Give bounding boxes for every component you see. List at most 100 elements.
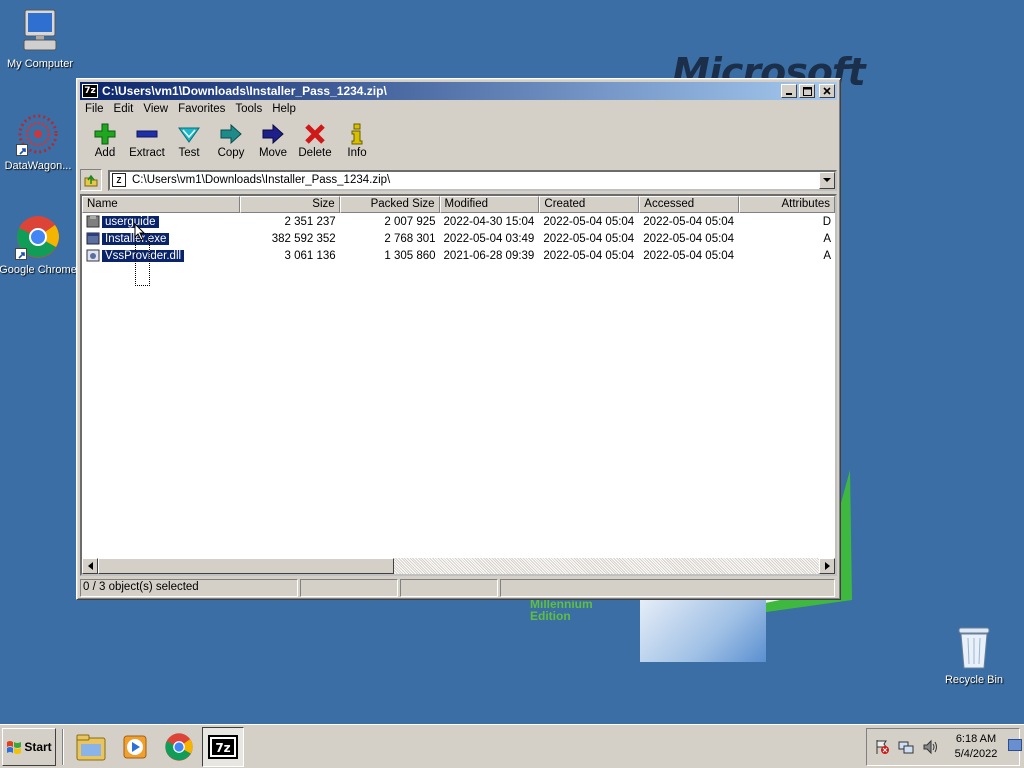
table-row[interactable]: Installer.exe 382 592 352 2 768 301 2022… (82, 230, 835, 247)
menu-tools[interactable]: Tools (230, 103, 267, 115)
menu-help[interactable]: Help (267, 103, 301, 115)
column-header-packed-size[interactable]: Packed Size (339, 196, 440, 213)
address-field[interactable]: Z C:\Users\vm1\Downloads\Installer_Pass_… (108, 169, 837, 191)
7zip-icon: 7z (208, 734, 238, 759)
address-dropdown-button[interactable] (819, 171, 835, 189)
minimize-button[interactable] (781, 84, 797, 98)
toolbar: Add Extract Test Copy Move Delete Info (80, 119, 837, 165)
add-icon (93, 123, 117, 145)
file-packed-size: 1 305 860 (384, 249, 436, 262)
clock[interactable]: 6:18 AM 5/4/2022 (949, 732, 1003, 762)
file-accessed: 2022-05-04 05:04 (643, 215, 735, 228)
recycle-bin-icon (954, 624, 994, 670)
column-header-modified[interactable]: Modified (439, 196, 540, 213)
scroll-left-button[interactable] (82, 558, 98, 574)
shortcut-arrow-icon (15, 248, 27, 260)
show-desktop-button[interactable] (1008, 739, 1022, 751)
file-packed-size: 2 768 301 (384, 232, 436, 245)
wallpaper-shape-blue (640, 598, 766, 662)
desktop-icon-datawagon[interactable]: DataWagon... (0, 112, 78, 172)
menu-favorites[interactable]: Favorites (173, 103, 230, 115)
horizontal-scrollbar[interactable] (82, 558, 835, 574)
folder-icon (86, 215, 100, 228)
column-header-name[interactable]: Name (82, 196, 240, 213)
file-modified: 2021-06-28 09:39 (443, 249, 535, 262)
maximize-button[interactable] (799, 84, 815, 98)
explorer-icon (76, 734, 106, 760)
scrollbar-thumb[interactable] (98, 558, 394, 574)
delete-icon (303, 123, 327, 145)
status-pane (300, 579, 398, 597)
extract-button[interactable]: Extract (126, 119, 168, 163)
menu-edit[interactable]: Edit (109, 103, 139, 115)
copy-icon (219, 123, 243, 145)
file-created: 2022-05-04 05:04 (543, 249, 635, 262)
column-header-created[interactable]: Created (539, 196, 640, 213)
exe-file-icon (86, 232, 100, 245)
file-attributes: A (823, 249, 832, 262)
start-button[interactable]: Start (2, 727, 56, 766)
chevron-left-icon (87, 562, 93, 570)
move-button[interactable]: Move (252, 119, 294, 163)
copy-button[interactable]: Copy (210, 119, 252, 163)
taskbar-media-player[interactable] (114, 727, 156, 767)
desktop-icon-label: My Computer (6, 58, 74, 70)
file-name: userguide (102, 215, 159, 228)
desktop-icon-my-computer[interactable]: My Computer (0, 8, 80, 70)
close-icon (823, 87, 831, 95)
scroll-right-button[interactable] (819, 558, 835, 574)
title-bar[interactable]: 7z C:\Users\vm1\Downloads\Installer_Pass… (80, 82, 837, 100)
computer-icon (16, 8, 64, 54)
dll-file-icon (86, 249, 100, 262)
address-bar: Z C:\Users\vm1\Downloads\Installer_Pass_… (80, 168, 837, 192)
test-button[interactable]: Test (168, 119, 210, 163)
up-folder-button[interactable] (80, 169, 102, 191)
taskbar-chrome[interactable] (158, 727, 200, 767)
file-list[interactable]: Name Size Packed Size Modified Created A… (80, 194, 837, 576)
delete-button[interactable]: Delete (294, 119, 336, 163)
chrome-icon (15, 214, 61, 260)
7zip-app-icon: 7z (82, 84, 98, 98)
status-bar: 0 / 3 object(s) selected (80, 579, 837, 597)
add-button[interactable]: Add (84, 119, 126, 163)
delete-label: Delete (298, 147, 332, 159)
network-icon[interactable] (897, 738, 915, 756)
desktop-icon-label: Recycle Bin (944, 674, 1004, 686)
file-modified: 2022-04-30 15:04 (443, 215, 535, 228)
window-title: C:\Users\vm1\Downloads\Installer_Pass_12… (102, 84, 387, 98)
add-label: Add (94, 147, 116, 159)
status-pane (500, 579, 835, 597)
system-tray: 6:18 AM 5/4/2022 (866, 728, 1020, 766)
scrollbar-track[interactable] (394, 558, 819, 574)
archive-window[interactable]: 7z C:\Users\vm1\Downloads\Installer_Pass… (76, 78, 841, 600)
chevron-right-icon (824, 562, 830, 570)
status-pane (400, 579, 498, 597)
table-row[interactable]: userguide 2 351 237 2 007 925 2022-04-30… (82, 213, 835, 230)
desktop-icon-label: Google Chrome (0, 264, 77, 276)
menu-file[interactable]: File (80, 103, 109, 115)
file-packed-size: 2 007 925 (384, 215, 436, 228)
copy-label: Copy (217, 147, 245, 159)
menu-view[interactable]: View (138, 103, 173, 115)
taskbar-7zip[interactable]: 7z (202, 726, 244, 767)
close-button[interactable] (819, 84, 835, 98)
extract-icon (135, 123, 159, 145)
file-size: 3 061 136 (284, 249, 336, 262)
move-label: Move (258, 147, 288, 159)
chevron-down-icon (823, 177, 831, 182)
column-header-accessed[interactable]: Accessed (639, 196, 740, 213)
column-header-size[interactable]: Size (239, 196, 340, 213)
action-center-icon[interactable] (873, 738, 891, 756)
test-icon (177, 123, 201, 145)
clock-time: 6:18 AM (955, 733, 997, 745)
volume-icon[interactable] (921, 738, 939, 756)
desktop-icon-google-chrome[interactable]: Google Chrome (0, 214, 78, 276)
column-header-attributes[interactable]: Attributes (739, 196, 835, 213)
table-row[interactable]: VssProvider.dll 3 061 136 1 305 860 2021… (82, 247, 835, 264)
status-selection: 0 / 3 object(s) selected (80, 579, 298, 597)
info-button[interactable]: Info (336, 119, 378, 163)
datawagon-icon (16, 112, 60, 156)
taskbar-explorer[interactable] (70, 727, 112, 767)
chrome-icon (165, 732, 193, 761)
desktop-icon-recycle-bin[interactable]: Recycle Bin (934, 624, 1014, 686)
